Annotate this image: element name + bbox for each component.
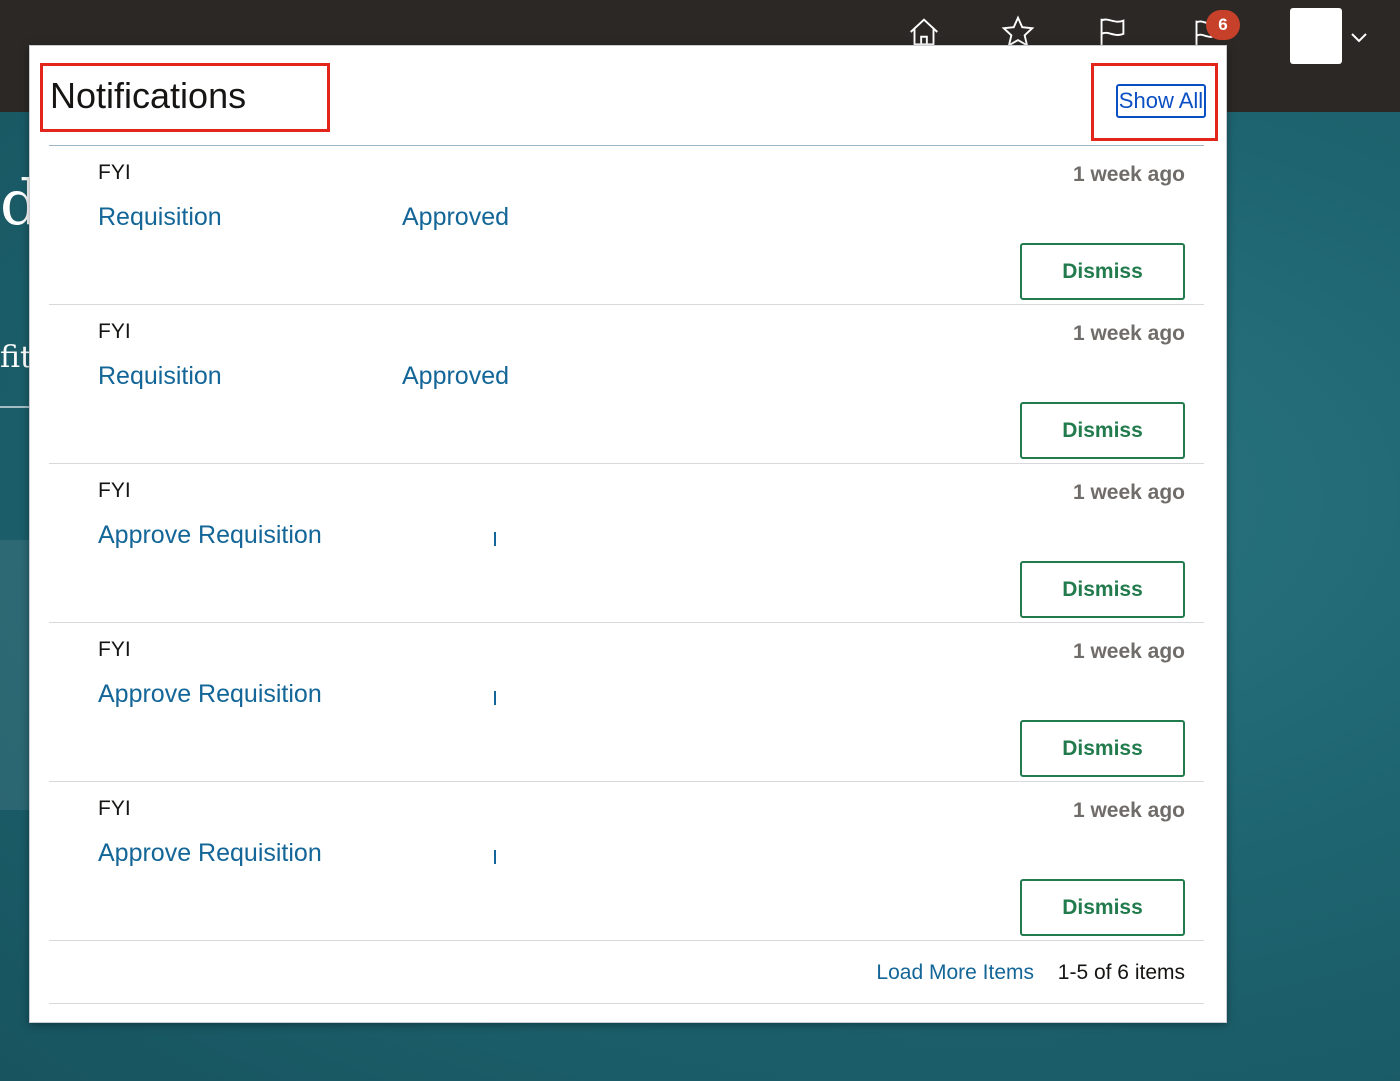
notification-time: 1 week ago [1072,481,1185,504]
notification-time: 1 week ago [1072,799,1185,822]
redacted-text-marker [494,691,496,705]
notification-link[interactable]: Approve Requisition [98,838,322,868]
dismiss-button[interactable]: Dismiss [1020,561,1185,618]
chevron-down-icon[interactable] [1348,26,1370,48]
dismiss-button[interactable]: Dismiss [1020,879,1185,936]
notification-link[interactable]: Approve Requisition [98,520,322,550]
notification-status: Approved [402,362,510,390]
notification-item: FYI 1 week ago Approve Requisition Dismi… [49,464,1204,623]
load-more-link[interactable]: Load More Items [876,960,1034,986]
notification-type: FYI [98,638,131,661]
notification-footer: Load More Items 1-5 of 6 items [49,940,1204,1004]
notification-list: FYI 1 week ago Requisition Approved Dism… [49,146,1204,941]
redacted-text-marker [494,532,496,546]
notification-status: Approved [402,203,510,231]
notification-time: 1 week ago [1072,322,1185,345]
item-range: 1-5 of 6 items [1057,961,1185,984]
notification-link[interactable]: Requisition [98,202,222,232]
notification-link[interactable]: Approve Requisition [98,679,322,709]
notification-item: FYI 1 week ago Requisition Approved Dism… [49,305,1204,464]
notification-type: FYI [98,161,131,184]
dismiss-button[interactable]: Dismiss [1020,720,1185,777]
notification-time: 1 week ago [1072,163,1185,186]
notification-item: FYI 1 week ago Requisition Approved Dism… [49,146,1204,305]
redacted-text-marker [494,850,496,864]
notification-time: 1 week ago [1072,640,1185,663]
notification-type: FYI [98,320,131,343]
notification-item: FYI 1 week ago Approve Requisition Dismi… [49,623,1204,782]
notifications-popup: Notifications Show All FYI 1 week ago Re… [29,45,1227,1023]
dismiss-button[interactable]: Dismiss [1020,243,1185,300]
notification-link[interactable]: Requisition [98,361,222,391]
notification-type: FYI [98,797,131,820]
notification-item: FYI 1 week ago Approve Requisition Dismi… [49,782,1204,941]
show-all-highlight-box [1091,63,1218,141]
dismiss-button[interactable]: Dismiss [1020,402,1185,459]
notification-type: FYI [98,479,131,502]
background-text-fragment: fit [0,340,33,375]
notification-count-badge: 6 [1206,10,1240,40]
title-highlight-box [40,63,330,132]
user-avatar[interactable] [1290,8,1342,64]
